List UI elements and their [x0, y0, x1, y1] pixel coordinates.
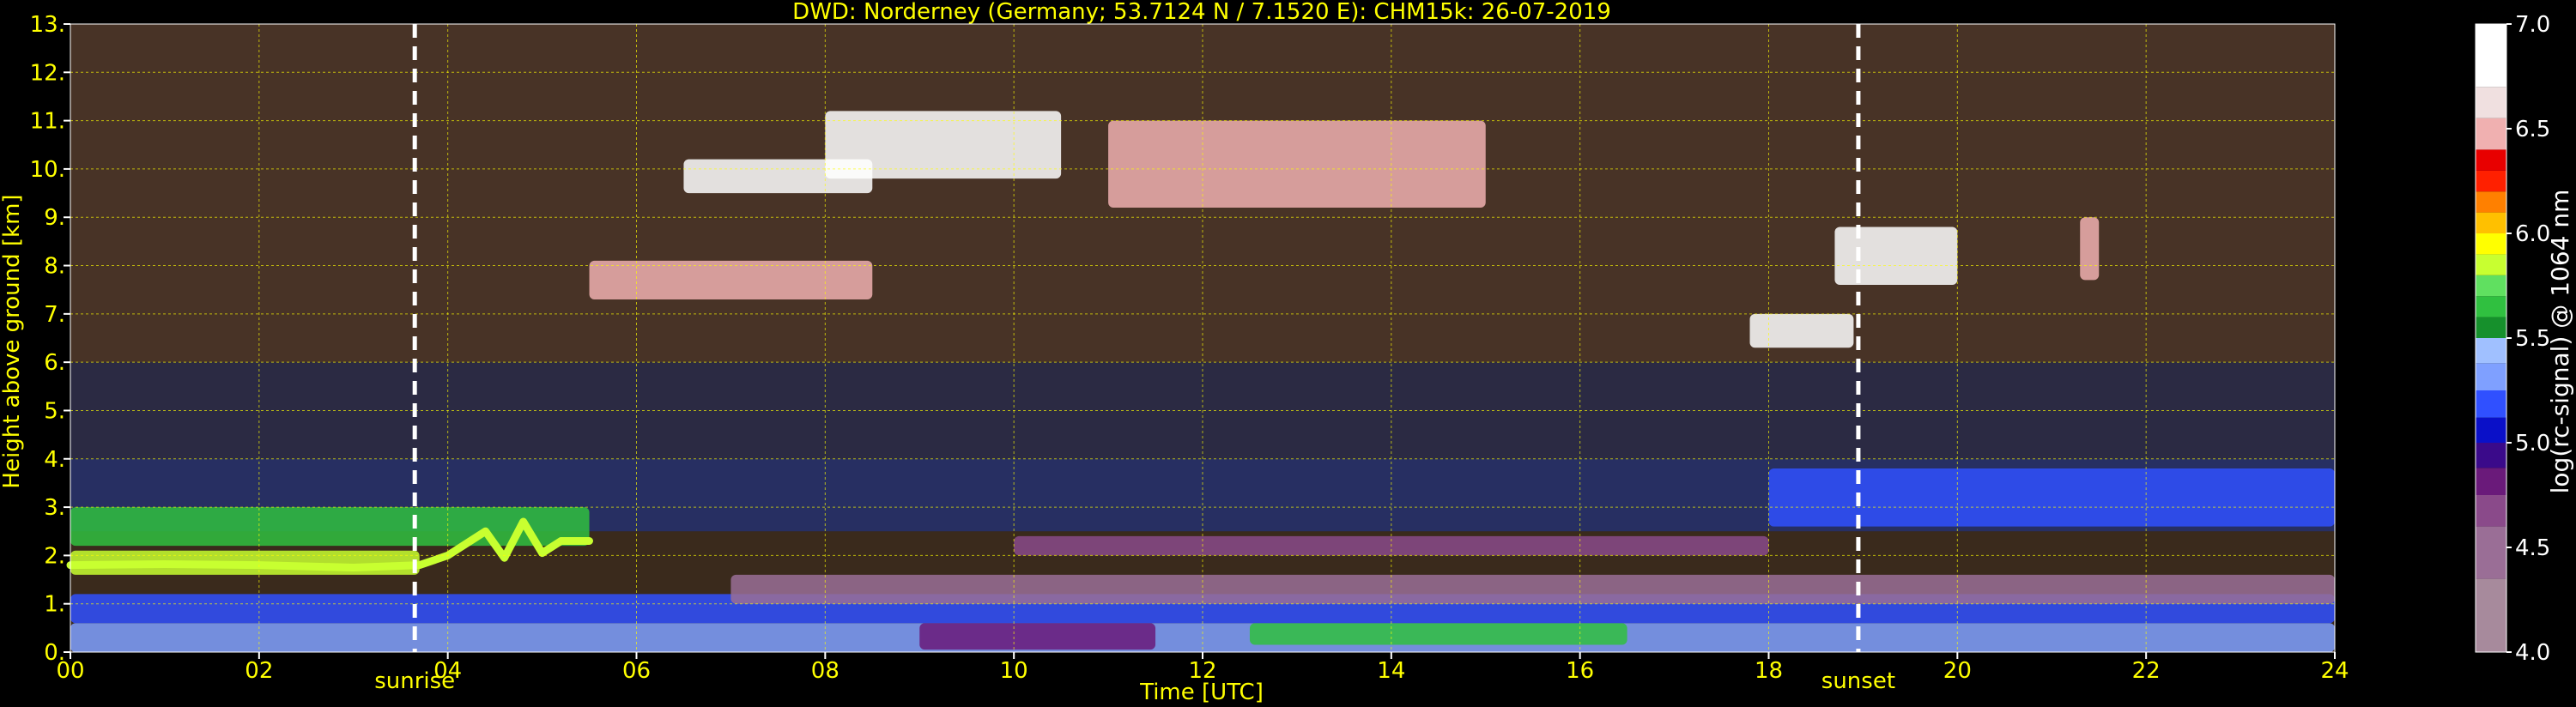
signal-layer-14	[1749, 313, 1854, 348]
y-tick-label: 0.	[44, 640, 65, 666]
annotation-label-sunset: sunset	[1821, 668, 1895, 694]
x-tick-label: 08	[811, 658, 839, 684]
x-tick-label: 18	[1755, 658, 1783, 684]
y-tick-label: 8.	[44, 254, 65, 280]
colorbar-level-14	[2476, 212, 2506, 233]
y-axis-label: Height above ground [km]	[0, 194, 25, 488]
colorbar-tick-label: 7.0	[2515, 12, 2550, 38]
chart-title: DWD: Norderney (Germany; 53.7124 N / 7.1…	[792, 0, 1611, 25]
colorbar-level-3	[2476, 468, 2506, 495]
colorbar-level-12	[2476, 254, 2506, 275]
x-tick-label: 02	[245, 658, 273, 684]
colorbar-level-10	[2476, 296, 2506, 317]
y-tick-label: 3.	[44, 495, 65, 521]
colorbar-level-13	[2476, 233, 2506, 255]
colorbar-level-11	[2476, 275, 2506, 297]
colorbar-level-15	[2476, 191, 2506, 213]
colorbar-level-0	[2476, 578, 2506, 652]
y-tick-label: 7.	[44, 302, 65, 328]
signal-layer-10	[683, 159, 873, 194]
signal-layer-13	[1834, 227, 1958, 286]
x-tick-label: 22	[2132, 658, 2161, 684]
colorbar-tick-label: 4.0	[2515, 640, 2550, 666]
colorbar-level-2	[2476, 495, 2506, 527]
colorbar-label: log(rc-signal) @ 1064 nm	[2546, 190, 2574, 494]
y-tick-label: 6.	[44, 350, 65, 376]
colorbar-level-4	[2476, 443, 2506, 468]
x-tick-label: 04	[433, 658, 462, 684]
colorbar-tick-label: 4.5	[2515, 535, 2550, 561]
signal-layer-4	[730, 574, 2335, 604]
signal-layer-15	[2080, 217, 2100, 281]
y-tick-label: 5.	[44, 398, 65, 424]
x-tick-label: 10	[1000, 658, 1028, 684]
colorbar-level-20	[2476, 24, 2506, 88]
colorbar-level-19	[2476, 87, 2506, 118]
colorbar-level-8	[2476, 338, 2506, 364]
signal-layer-1	[919, 623, 1156, 650]
colorbar-level-5	[2476, 417, 2506, 443]
x-tick-label: 14	[1377, 658, 1405, 684]
signal-layer-8	[1768, 468, 2335, 527]
y-tick-label: 10.	[30, 157, 65, 183]
y-tick-label: 1.	[44, 592, 65, 618]
colorbar-level-16	[2476, 170, 2506, 192]
colorbar-level-17	[2476, 149, 2506, 171]
x-tick-label: 24	[2320, 658, 2349, 684]
chart-svg: sunrise sunset 00 02 04 06 08 10 12 14 16 18 20 22 24…	[0, 0, 2576, 707]
colorbar-level-18	[2476, 118, 2506, 150]
colorbar-level-6	[2476, 390, 2506, 418]
y-tick-label: 11.	[30, 109, 65, 135]
x-tick-label: 20	[1943, 658, 1972, 684]
signal-layer-12	[1108, 120, 1486, 208]
y-tick-label: 4.	[44, 447, 65, 473]
y-tick-label: 2.	[44, 543, 65, 569]
x-tick-label: 06	[622, 658, 651, 684]
x-axis-label: Time [UTC]	[1139, 680, 1264, 705]
colorbar-level-7	[2476, 363, 2506, 390]
signal-layer-2	[1249, 623, 1627, 645]
y-tick-label: 13.	[30, 12, 65, 38]
colorbar-level-1	[2476, 526, 2506, 579]
x-tick-label: 16	[1566, 658, 1594, 684]
signal-layer-11	[589, 260, 873, 299]
colorbar-tick-label: 6.5	[2515, 117, 2550, 142]
y-tick-label: 12.	[30, 60, 65, 86]
lidar-chart: sunrise sunset 00 02 04 06 08 10 12 14 16 18 20 22 24…	[0, 0, 2576, 707]
colorbar-level-9	[2476, 317, 2506, 338]
y-tick-label: 9.	[44, 205, 65, 231]
